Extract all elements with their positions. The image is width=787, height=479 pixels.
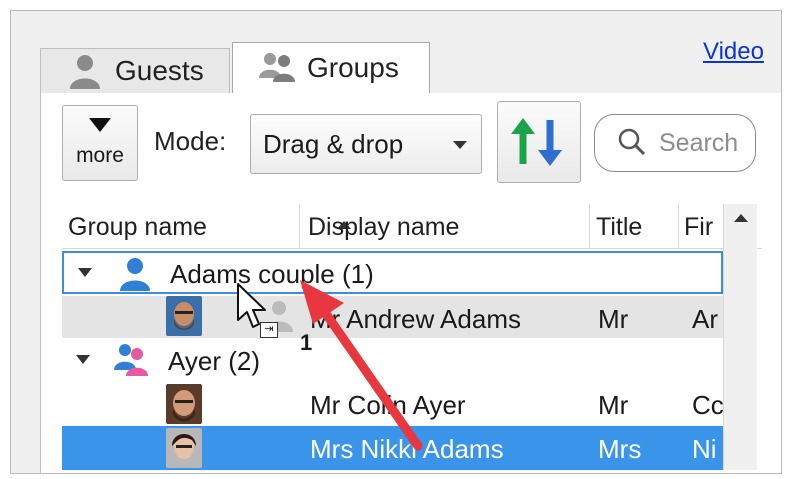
avatar (166, 296, 202, 336)
member-row[interactable]: Mr Andrew Adams Mr Ar (62, 296, 723, 338)
scroll-up-icon[interactable] (734, 214, 748, 222)
drag-count: 1 (300, 330, 313, 355)
tab-groups[interactable]: Groups (232, 42, 430, 93)
title-cell: Mr (598, 390, 629, 420)
group-row[interactable]: Adams couple (1) (62, 251, 723, 294)
first-name-cell: Ni (692, 434, 717, 464)
group-icon (259, 53, 295, 82)
display-name: Mr Colin Ayer (310, 390, 466, 420)
display-name: Mrs Nikki Adams (310, 434, 504, 464)
vertical-scrollbar[interactable] (723, 204, 757, 470)
search-placeholder: Search (659, 129, 739, 157)
tab-guests[interactable]: Guests (40, 48, 230, 93)
column-divider[interactable] (678, 204, 679, 248)
mouse-pointer-icon (237, 283, 266, 328)
chevron-down-icon (453, 141, 467, 149)
column-divider[interactable] (299, 204, 300, 248)
member-row[interactable]: Mr Colin Ayer Mr Cc (62, 382, 724, 424)
grid-header: Group name Display name Title Fir (62, 204, 762, 249)
sort-arrows-icon (511, 118, 562, 166)
more-button-label: more (76, 144, 124, 167)
mode-select-value: Drag & drop (263, 129, 404, 159)
tab-guests-label: Guests (115, 55, 204, 86)
couple-icon (114, 344, 148, 376)
title-cell: Mr (598, 304, 629, 334)
column-header-group-name[interactable]: Group name (68, 213, 207, 242)
avatar (166, 428, 202, 468)
column-header-title[interactable]: Title (596, 213, 642, 242)
more-button[interactable]: more (62, 105, 138, 181)
group-name: Ayer (2) (168, 346, 260, 376)
display-name: Mr Andrew Adams (310, 304, 521, 334)
group-row[interactable]: Ayer (2) (62, 338, 723, 380)
avatar (166, 384, 202, 424)
sort-direction-button[interactable] (497, 101, 581, 183)
search-input[interactable]: Search (594, 114, 756, 172)
column-header-display-name[interactable]: Display name (308, 213, 459, 242)
person-icon (70, 55, 100, 89)
column-header-first-name[interactable]: Fir (684, 213, 713, 242)
member-row-selected[interactable]: Mrs Nikki Adams Mrs Ni (62, 426, 723, 470)
title-cell: Mrs (598, 434, 642, 464)
first-name-cell: Ar (692, 304, 718, 334)
tab-groups-label: Groups (307, 52, 399, 83)
mode-select[interactable]: Drag & drop (250, 114, 482, 174)
search-icon (618, 128, 646, 156)
expand-toggle-icon[interactable] (76, 355, 90, 364)
first-name-cell: Cc (692, 390, 724, 420)
video-link[interactable]: Video (703, 38, 764, 66)
expand-toggle-icon[interactable] (78, 268, 92, 277)
column-divider[interactable] (589, 204, 590, 248)
group-person-icon (120, 258, 150, 291)
dropdown-triangle-icon (89, 118, 111, 132)
mode-label: Mode: (154, 126, 227, 156)
